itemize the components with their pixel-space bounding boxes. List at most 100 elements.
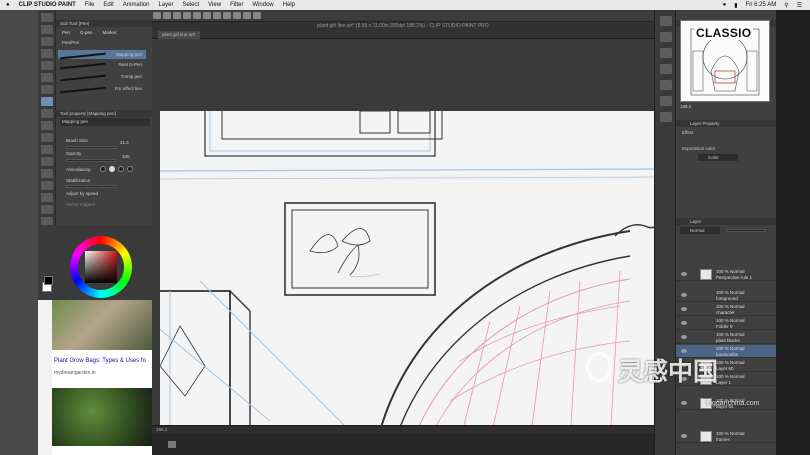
expression-color-select[interactable]: Color bbox=[698, 154, 738, 161]
visibility-icon[interactable] bbox=[681, 272, 687, 276]
visibility-icon[interactable] bbox=[681, 321, 687, 325]
opacity-value[interactable]: 100 bbox=[122, 154, 130, 159]
expand-icon[interactable] bbox=[168, 441, 176, 448]
visibility-icon[interactable] bbox=[681, 335, 687, 339]
canvas-paper[interactable] bbox=[152, 100, 654, 425]
clear-button[interactable] bbox=[203, 12, 211, 19]
pen-tool-icon[interactable] bbox=[41, 85, 53, 94]
history-icon[interactable] bbox=[660, 64, 672, 74]
canvas-zoom-readout[interactable]: 188.2 bbox=[156, 427, 167, 432]
layer-opacity-slider[interactable] bbox=[726, 229, 766, 232]
layer-row[interactable]: 100 % Normal Perspective rule 1 bbox=[676, 268, 776, 281]
info-icon[interactable] bbox=[660, 48, 672, 58]
wifi-icon[interactable]: ● bbox=[723, 2, 727, 8]
search-result-url[interactable]: mydreamgarden.in bbox=[54, 370, 152, 376]
search-icon[interactable]: ⚲ bbox=[784, 2, 788, 9]
battery-icon[interactable]: ▮ bbox=[734, 2, 737, 9]
subtool-group: Pen/Pen bbox=[62, 40, 80, 45]
fill-tool-icon[interactable] bbox=[41, 169, 53, 178]
brush-size-value[interactable]: 31.5 bbox=[120, 140, 129, 145]
frame-tool-icon[interactable] bbox=[41, 205, 53, 214]
menu-animation[interactable]: Animation bbox=[123, 2, 150, 8]
menu-select[interactable]: Select bbox=[182, 2, 199, 8]
menu-view[interactable]: View bbox=[208, 2, 221, 8]
selection-tool-icon[interactable] bbox=[41, 37, 53, 46]
layer-mode: 100 % Normal bbox=[716, 431, 745, 436]
tab-g-pen[interactable]: G-pen bbox=[80, 28, 93, 38]
auto-select-tool-icon[interactable] bbox=[41, 73, 53, 82]
document-tab[interactable]: plant girl line art* bbox=[158, 31, 200, 39]
anti-aliasing-label: Anti-aliasing bbox=[66, 167, 91, 172]
grow-bags-image[interactable] bbox=[52, 300, 152, 350]
move-tool-icon[interactable] bbox=[41, 25, 53, 34]
aa-weak-option[interactable] bbox=[109, 166, 115, 172]
vector-magnet-label[interactable]: Vector magnet bbox=[66, 202, 95, 207]
eraser-tool-icon[interactable] bbox=[41, 145, 53, 154]
material-icon[interactable] bbox=[660, 80, 672, 90]
layer-row[interactable]: 100 % Normal Folder 9 bbox=[676, 317, 776, 330]
blend-tool-icon[interactable] bbox=[41, 157, 53, 166]
layer-row[interactable]: 100 % Normal frames bbox=[676, 430, 776, 443]
stabilization-slider[interactable] bbox=[66, 185, 116, 188]
menu-layer[interactable]: Layer bbox=[158, 2, 173, 8]
layer-row[interactable]: 100 % Normal foreground bbox=[676, 289, 776, 302]
ruler-button[interactable] bbox=[233, 12, 241, 19]
lasso-tool-icon[interactable] bbox=[41, 61, 53, 70]
auto-actions-icon[interactable] bbox=[660, 112, 672, 122]
menubar-clock[interactable]: Fri 6:25 AM bbox=[746, 2, 777, 8]
aa-medium-option[interactable] bbox=[118, 166, 124, 172]
open-button[interactable] bbox=[163, 12, 171, 19]
save-button[interactable] bbox=[173, 12, 181, 19]
layer-thumbnail bbox=[700, 431, 712, 442]
layer-header: Layer bbox=[676, 218, 776, 225]
pencil-tool-icon[interactable] bbox=[41, 97, 53, 106]
visibility-icon[interactable] bbox=[681, 307, 687, 311]
saturation-value-square[interactable] bbox=[85, 251, 117, 283]
menu-list-icon[interactable]: ☰ bbox=[797, 2, 802, 9]
new-file-button[interactable] bbox=[153, 12, 161, 19]
menu-help[interactable]: Help bbox=[283, 2, 295, 8]
main-color-swatch[interactable] bbox=[44, 276, 53, 285]
layer-name: Layer 60 bbox=[716, 366, 734, 371]
visibility-icon[interactable] bbox=[681, 434, 687, 438]
grid-button[interactable] bbox=[243, 12, 251, 19]
tab-pen[interactable]: Pen bbox=[62, 28, 70, 38]
decoration-tool-icon[interactable] bbox=[41, 133, 53, 142]
apple-icon[interactable]: ● bbox=[6, 2, 10, 8]
sub-view-icon[interactable] bbox=[660, 32, 672, 42]
layer-mode: 100 % Normal bbox=[716, 269, 745, 274]
aa-none-option[interactable] bbox=[100, 166, 106, 172]
navigator-icon[interactable] bbox=[660, 16, 672, 26]
airbrush-tool-icon[interactable] bbox=[41, 121, 53, 130]
menu-window[interactable]: Window bbox=[252, 2, 273, 8]
snap-button[interactable] bbox=[223, 12, 231, 19]
navigator-zoom[interactable]: 188.2 bbox=[680, 103, 770, 111]
zoom-tool-icon[interactable] bbox=[41, 13, 53, 22]
redo-button[interactable] bbox=[193, 12, 201, 19]
settings-button[interactable] bbox=[253, 12, 261, 19]
layer-row[interactable]: 100 % Normal character bbox=[676, 303, 776, 316]
transform-button[interactable] bbox=[213, 12, 221, 19]
brush-size-slider[interactable] bbox=[66, 146, 116, 149]
tab-marker[interactable]: Marker bbox=[103, 28, 117, 38]
menu-file[interactable]: File bbox=[85, 2, 95, 8]
menu-edit[interactable]: Edit bbox=[103, 2, 113, 8]
gradient-tool-icon[interactable] bbox=[41, 181, 53, 190]
layer-row[interactable]: 100 % Normal plant blocks bbox=[676, 331, 776, 344]
aa-strong-option[interactable] bbox=[127, 166, 133, 172]
search-result-title[interactable]: Plant Grow Bags: Types & Uses fo bbox=[54, 358, 152, 364]
plants-image[interactable] bbox=[52, 388, 152, 446]
undo-button[interactable] bbox=[183, 12, 191, 19]
app-menu[interactable]: CLIP STUDIO PAINT bbox=[19, 2, 76, 8]
canvas-area[interactable] bbox=[152, 39, 654, 425]
brush-tool-icon[interactable] bbox=[41, 109, 53, 118]
visibility-icon[interactable] bbox=[681, 293, 687, 297]
adjust-speed-label[interactable]: Adjust by speed bbox=[66, 191, 98, 196]
eyedropper-tool-icon[interactable] bbox=[41, 49, 53, 58]
visibility-icon[interactable] bbox=[681, 401, 687, 405]
figure-tool-icon[interactable] bbox=[41, 193, 53, 202]
menu-filter[interactable]: Filter bbox=[230, 2, 243, 8]
opacity-slider[interactable] bbox=[66, 159, 116, 162]
search-layer-icon[interactable] bbox=[660, 96, 672, 106]
blend-mode-select[interactable]: Normal bbox=[680, 227, 720, 234]
